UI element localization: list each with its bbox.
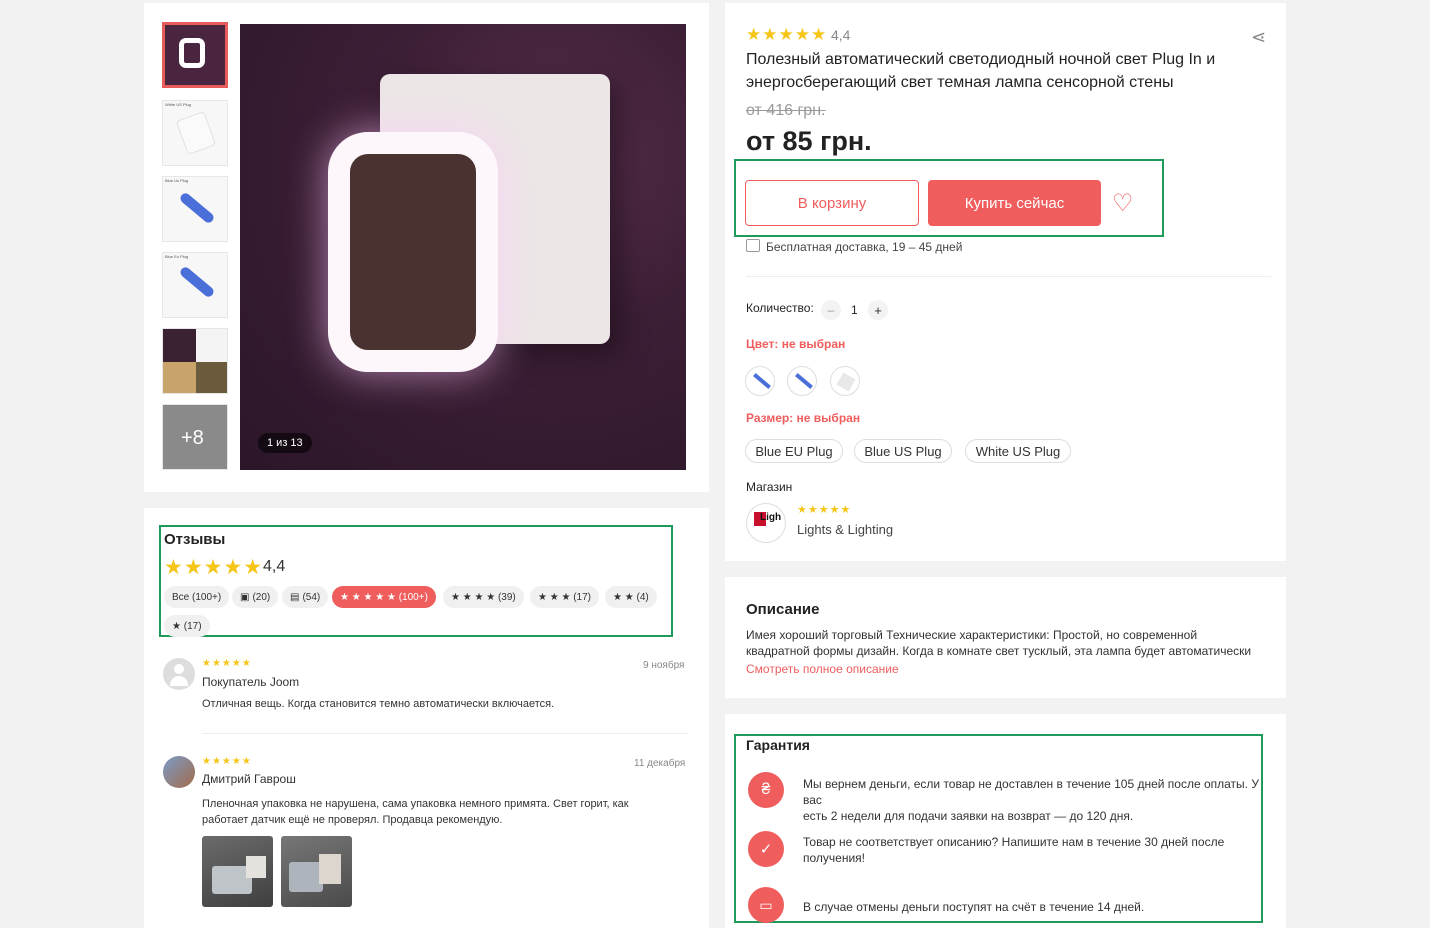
highlight-guarantee-box [734, 734, 1263, 923]
product-title-line: энергосберегающий свет темная лампа сенс… [746, 74, 1174, 91]
current-price: от 85 грн. [746, 126, 872, 156]
avatar [163, 756, 195, 788]
rating-stars: ★★★★★ [746, 25, 828, 44]
color-swatch-blue-us[interactable] [787, 366, 817, 396]
guarantee-line: Товар не соответствует описанию? Напишит… [803, 835, 1225, 849]
store-rating-stars: ★★★★★ [797, 504, 852, 516]
guarantee-item-2: Товар не соответствует описанию? Напишит… [803, 834, 1265, 866]
size-option-white-us[interactable]: White US Plug [965, 439, 1071, 463]
share-icon[interactable]: ⋖ [1251, 27, 1266, 48]
reviews-title: Отзывы [164, 531, 226, 548]
thumbnail-1[interactable] [162, 22, 228, 88]
thumbnail-more[interactable]: +8 [162, 404, 228, 470]
review-photo[interactable] [202, 836, 273, 907]
highlight-reviews-box [159, 525, 673, 637]
main-product-image [240, 24, 686, 470]
quantity-value: 1 [851, 303, 858, 317]
buy-now-button[interactable]: Купить сейчас [928, 180, 1101, 226]
guarantee-card: Гарантия ₴ Мы вернем деньги, если товар … [725, 714, 1286, 928]
more-images-count: +8 [181, 427, 204, 449]
review-text: Отличная вещь. Когда становится темно ав… [202, 698, 555, 710]
store-logo[interactable]: Ligh [746, 503, 786, 543]
review-stars: ★★★★★ [202, 658, 252, 669]
review-photo[interactable] [281, 836, 352, 907]
filter-comments[interactable]: ▤ (54) [282, 586, 329, 608]
description-line: Имея хороший торговый Технические характ… [746, 628, 1198, 642]
reviews-rating-stars: ★★★★★ [164, 556, 264, 579]
description-line: квадратной формы дизайн. Когда в комнате… [746, 644, 1252, 658]
comment-icon: ▤ [290, 591, 300, 603]
divider [202, 733, 688, 734]
review-stars: ★★★★★ [202, 756, 252, 767]
store-label: Магазин [746, 480, 793, 494]
description-title: Описание [746, 601, 820, 618]
guarantee-line: есть 2 недели для подачи заявки на возвр… [803, 809, 1134, 823]
filter-all[interactable]: Все (100+) [164, 586, 230, 608]
review-text: Пленочная упаковка не нарушена, сама упа… [202, 796, 629, 828]
rating-value: 4,4 [831, 27, 851, 43]
card-refund-icon: ▭ [748, 887, 784, 923]
full-description-link[interactable]: Смотреть полное описание [746, 662, 899, 676]
heart-icon[interactable]: ♡ [1112, 189, 1134, 218]
filter-1-star[interactable]: ★ (17) [164, 615, 210, 637]
quantity-label: Количество: [746, 301, 814, 315]
avatar [163, 658, 195, 690]
thumbnail-5[interactable] [162, 328, 228, 394]
review-author: Дмитрий Гаврош [202, 772, 296, 786]
review-text-line: Пленочная упаковка не нарушена, сама упа… [202, 798, 629, 810]
filter-count: (20) [252, 591, 271, 603]
product-title: Полезный автоматический светодиодный ноч… [746, 48, 1215, 94]
product-title-line: Полезный автоматический светодиодный ноч… [746, 51, 1216, 68]
review-date: 9 ноября [643, 660, 685, 671]
thumbnail-4[interactable]: Blue Eu Plug [162, 252, 228, 318]
reviews-rating-value: 4,4 [263, 558, 286, 575]
calendar-icon [746, 239, 760, 252]
filter-5-stars[interactable]: ★ ★ ★ ★ ★ (100+) [332, 586, 436, 608]
thumbnail-label: White US Plug [165, 102, 192, 107]
quantity-increase-button[interactable]: + [868, 300, 888, 320]
size-option-blue-us[interactable]: Blue US Plug [854, 439, 952, 463]
shield-icon: ✓ [748, 831, 784, 867]
filter-4-stars[interactable]: ★ ★ ★ ★ (39) [443, 586, 524, 608]
thumbnail-label: Blue Us Plug [165, 178, 189, 183]
color-swatch-blue-eu[interactable] [745, 366, 775, 396]
filter-2-stars[interactable]: ★ ★ (4) [605, 586, 657, 608]
thumbnail-label: Blue Eu Plug [165, 254, 189, 259]
guarantee-line: Мы вернем деньги, если товар не доставле… [803, 777, 1259, 807]
guarantee-title: Гарантия [746, 737, 810, 753]
review-author: Покупатель Joom [202, 675, 300, 689]
review-text-line: работает датчик ещё не проверял. Продавц… [202, 814, 503, 826]
delivery-info: Бесплатная доставка, 19 – 45 дней [766, 240, 963, 254]
quantity-decrease-button[interactable]: – [821, 300, 841, 320]
image-counter: 1 из 13 [258, 433, 312, 453]
photo-icon: ▣ [240, 591, 250, 603]
store-logo-text: Ligh [760, 512, 782, 523]
guarantee-item-1: Мы вернем деньги, если товар не доставле… [803, 776, 1265, 824]
guarantee-item-3: В случае отмены деньги поступят на счёт … [803, 900, 1145, 914]
guarantee-line: получения! [803, 851, 865, 865]
size-option-blue-eu[interactable]: Blue EU Plug [745, 439, 843, 463]
filter-photos[interactable]: ▣ (20) [232, 586, 279, 608]
add-to-cart-button[interactable]: В корзину [745, 180, 919, 226]
size-label: Размер: не выбран [746, 411, 861, 425]
store-name[interactable]: Lights & Lighting [797, 522, 893, 537]
thumbnail-2[interactable]: White US Plug [162, 100, 228, 166]
color-swatch-white-us[interactable] [830, 366, 860, 396]
product-gallery: White US Plug Blue Us Plug Blue Eu Plug … [144, 3, 709, 492]
color-label: Цвет: не выбран [746, 337, 846, 351]
old-price: от 416 грн. [746, 102, 826, 119]
filter-3-stars[interactable]: ★ ★ ★ (17) [530, 586, 600, 608]
review-date: 11 декабря [634, 758, 686, 769]
refund-icon: ₴ [748, 772, 784, 808]
description-card: Описание Имея хороший торговый Техническ… [725, 577, 1286, 698]
reviews-card: Отзывы ★★★★★ 4,4 Все (100+) ▣ (20) ▤ (54) … [144, 508, 709, 928]
thumbnail-3[interactable]: Blue Us Plug [162, 176, 228, 242]
product-info: ★★★★★ 4,4 ⋖ Полезный автоматический свет… [725, 3, 1286, 561]
divider [746, 276, 1271, 277]
filter-count: (54) [302, 591, 321, 603]
description-text: Имея хороший торговый Технические характ… [746, 627, 1251, 659]
